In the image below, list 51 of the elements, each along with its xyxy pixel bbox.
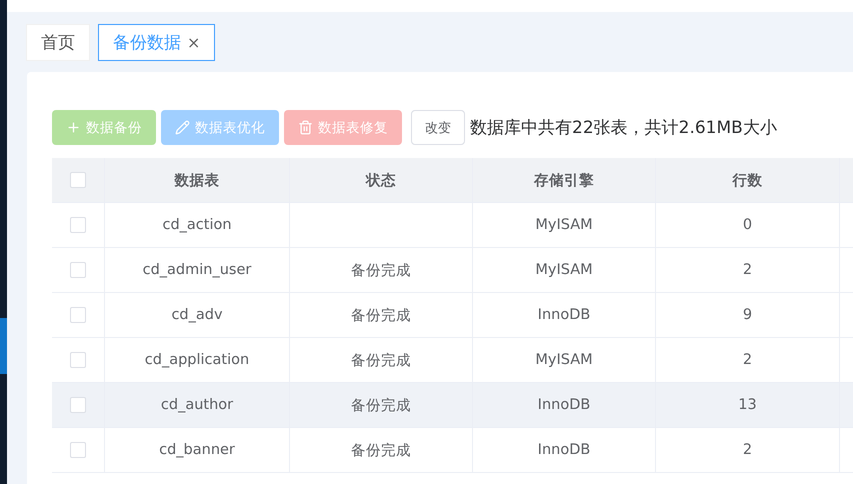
table-row[interactable]: cd_adv 备份完成 InnoDB 9 [52,293,853,338]
table-row[interactable]: cd_banner 备份完成 InnoDB 2 [52,428,853,473]
table-cell: cd_banner [159,442,235,458]
tab[interactable]: 备份数据 × [98,24,216,61]
table-cell: MyISAM [535,352,593,368]
table-cell: cd_action [162,217,232,233]
select-all-checkbox[interactable] [70,172,86,188]
column-header: 行数 [732,172,762,190]
pencil-icon [175,120,190,135]
sidebar-active-item[interactable] [0,318,7,374]
column-header: 状态 [366,172,396,190]
table-cell: 0 [742,217,752,233]
table-cell: cd_application [144,352,250,368]
row-checkbox[interactable] [70,352,86,368]
table-cell-text: 备份完成 [351,306,411,324]
table-cell: InnoDB [538,307,590,323]
table-cell: cd_admin_user [142,262,252,278]
table-cell: MyISAM [535,217,593,233]
summary-text: 数据库中共有22张表，共计2.61MB大小 [470,117,777,139]
close-icon[interactable]: × [187,33,200,52]
column-header: 存储引擎 [534,172,594,190]
column-header: 数据表 [174,172,220,190]
table-cell: InnoDB [538,442,590,458]
tab-label: 备份数据 [113,32,181,54]
table-row[interactable]: cd_application 备份完成 MyISAM 2 [52,338,853,383]
table-cell: 13 [738,397,757,413]
row-checkbox[interactable] [70,397,86,413]
tab-label: 首页 [41,32,75,54]
table-cell-text: 备份完成 [351,442,411,460]
table-row[interactable]: cd_action MyISAM 0 [52,203,853,248]
table-cell: 2 [742,442,752,458]
table-cell: cd_author [160,397,234,413]
tab[interactable]: 首页 [26,24,90,61]
row-checkbox[interactable] [70,262,86,278]
change-button[interactable]: 改变 [411,110,465,145]
plus-icon [66,120,81,135]
table-cell-text: 备份完成 [351,352,411,370]
trash-icon [298,120,313,135]
table-cell: 9 [742,307,752,323]
table-cell-text: 备份完成 [351,396,411,414]
table-row[interactable]: cd_admin_user 备份完成 MyISAM 2 [52,248,853,293]
table-cell: 2 [742,352,752,368]
table-row[interactable]: cd_author 备份完成 InnoDB 13 [52,383,853,428]
row-checkbox[interactable] [70,307,86,323]
table-cell: MyISAM [535,262,593,278]
row-checkbox[interactable] [70,217,86,233]
table-cell: 2 [742,262,752,278]
row-checkbox[interactable] [70,442,86,458]
table-cell: cd_adv [171,307,223,323]
table-cell: InnoDB [538,397,590,413]
table-cell-text: 备份完成 [351,262,411,280]
